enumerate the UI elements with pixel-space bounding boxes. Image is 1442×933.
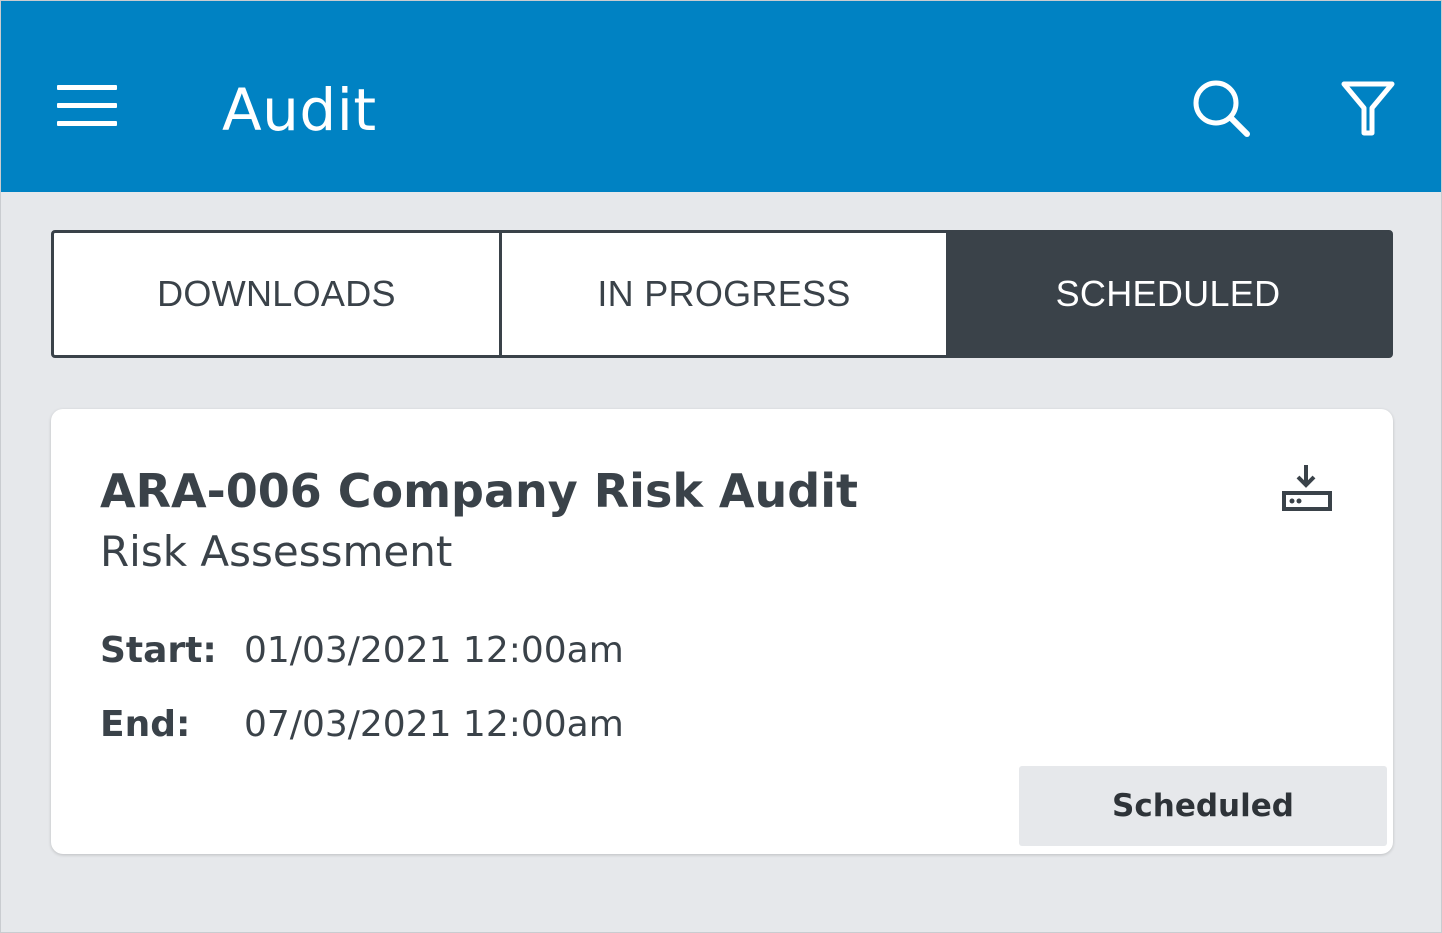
search-icon[interactable] <box>1189 77 1253 141</box>
audit-title: ARA-006 Company Risk Audit <box>100 464 858 518</box>
segmented-tab-bar: DOWNLOADS IN PROGRESS SCHEDULED <box>51 230 1393 358</box>
audit-type: Risk Assessment <box>100 527 453 576</box>
page-title: Audit <box>222 76 377 144</box>
status-button[interactable]: Scheduled <box>1019 766 1387 846</box>
start-label: Start: <box>100 630 217 671</box>
tab-scheduled[interactable]: SCHEDULED <box>946 233 1390 355</box>
end-value: 07/03/2021 12:00am <box>244 704 624 745</box>
tab-in-progress[interactable]: IN PROGRESS <box>502 233 946 355</box>
download-to-device-icon[interactable] <box>1281 463 1335 517</box>
audit-card[interactable]: ARA-006 Company Risk Audit Risk Assessme… <box>51 409 1393 854</box>
filter-funnel-icon[interactable] <box>1339 79 1397 137</box>
hamburger-menu-icon[interactable] <box>57 85 117 127</box>
app-bar: Audit <box>1 1 1441 192</box>
tab-downloads[interactable]: DOWNLOADS <box>54 233 499 355</box>
start-value: 01/03/2021 12:00am <box>244 630 624 671</box>
end-label: End: <box>100 704 191 745</box>
app-screen: Audit DOWNLOADS IN PROGRESS SCHEDULED AR… <box>0 0 1442 933</box>
